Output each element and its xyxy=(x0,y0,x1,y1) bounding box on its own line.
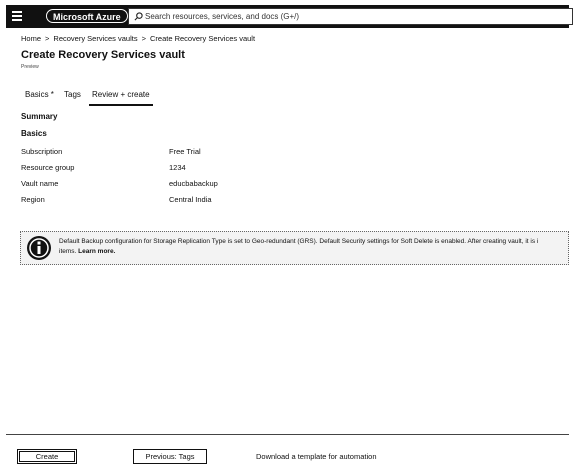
tab-review-create[interactable]: Review + create xyxy=(89,88,153,106)
top-bar: Microsoft Azure xyxy=(6,5,573,28)
info-line-2-text: items. xyxy=(59,248,77,255)
download-template-link[interactable]: Download a template for automation xyxy=(256,452,377,461)
field-value: 1234 xyxy=(169,163,186,172)
tab-label: Tags xyxy=(64,90,81,99)
create-button[interactable]: Create xyxy=(17,449,77,464)
field-value: Free Trial xyxy=(169,147,201,156)
info-line-2: items. Learn more. xyxy=(59,247,566,257)
field-label: Region xyxy=(21,195,45,204)
required-marker: * xyxy=(50,90,54,99)
tab-basics[interactable]: Basics * xyxy=(25,88,54,104)
brand-logo[interactable]: Microsoft Azure xyxy=(46,9,128,23)
breadcrumb: Home > Recovery Services vaults > Create Rec… xyxy=(21,34,255,43)
page-subtitle: Preview xyxy=(21,64,39,70)
breadcrumb-current: Create Recovery Services vault xyxy=(150,34,256,43)
info-icon xyxy=(27,236,51,260)
breadcrumb-recovery-vaults[interactable]: Recovery Services vaults xyxy=(53,34,137,43)
field-value: educbabackup xyxy=(169,179,218,188)
info-banner: Default Backup configuration for Storage… xyxy=(20,231,569,265)
breadcrumb-home[interactable]: Home xyxy=(21,34,41,43)
field-region: Region Central India xyxy=(21,195,212,204)
menu-icon[interactable] xyxy=(12,11,22,21)
learn-more-link[interactable]: Learn more. xyxy=(78,248,115,255)
search-icon xyxy=(134,12,143,21)
info-line-1: Default Backup configuration for Storage… xyxy=(59,238,539,245)
global-search[interactable] xyxy=(128,8,573,25)
field-subscription: Subscription Free Trial xyxy=(21,147,201,156)
field-label: Vault name xyxy=(21,179,59,188)
field-value: Central India xyxy=(169,195,212,204)
field-resource-group: Resource group 1234 xyxy=(21,163,186,172)
page-title: Create Recovery Services vault xyxy=(21,49,185,61)
basics-section-heading: Basics xyxy=(21,129,47,138)
breadcrumb-separator: > xyxy=(141,34,146,43)
field-label: Subscription xyxy=(21,147,63,156)
search-input[interactable] xyxy=(145,10,565,23)
previous-tags-button[interactable]: Previous: Tags xyxy=(133,449,207,464)
field-vault-name: Vault name educbabackup xyxy=(21,179,218,188)
tab-tags[interactable]: Tags xyxy=(64,88,81,104)
footer-divider xyxy=(6,434,569,435)
summary-heading: Summary xyxy=(21,112,58,121)
breadcrumb-separator: > xyxy=(45,34,50,43)
info-message: Default Backup configuration for Storage… xyxy=(59,237,566,257)
tab-label: Review + create xyxy=(92,90,150,99)
tab-label: Basics xyxy=(25,90,49,99)
field-label: Resource group xyxy=(21,163,75,172)
